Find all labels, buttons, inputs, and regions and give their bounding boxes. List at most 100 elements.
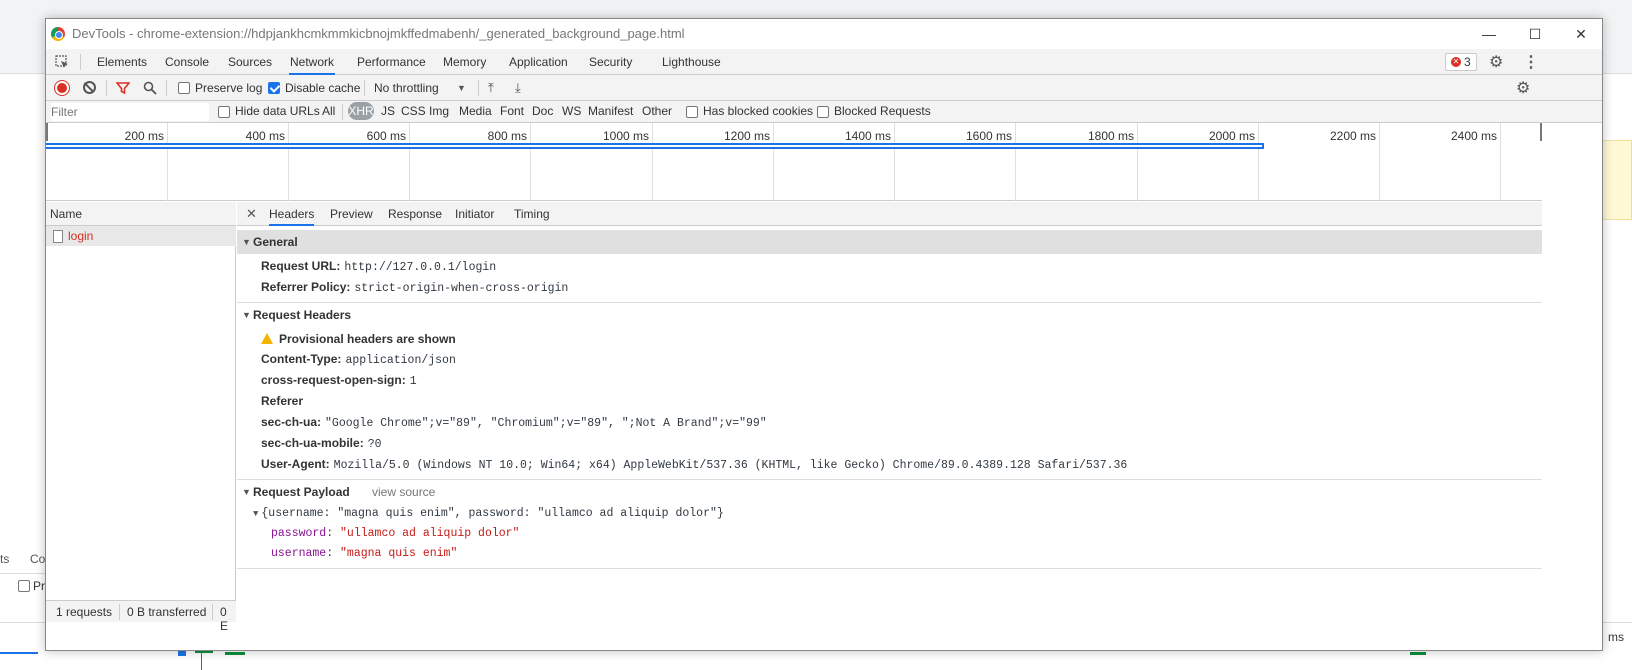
header-value: http://127.0.0.1/login [344,261,497,274]
provisional-warning: Provisional headers are shown [261,332,456,346]
tab-timing[interactable]: Timing [514,202,550,226]
grid-line [894,123,895,201]
tab-headers[interactable]: Headers [269,202,315,226]
preserve-log-checkbox[interactable] [178,82,190,94]
tick-label: 1800 ms [1087,129,1134,143]
header-key: sec-ch-ua: [261,415,322,429]
export-har-icon[interactable]: ⤓ [515,80,521,96]
status-separator [119,604,120,620]
minimize-button[interactable]: — [1466,19,1512,49]
grid-line [1015,123,1016,201]
tab-preview[interactable]: Preview [330,202,373,226]
property-value: "ullamco ad aliquip dolor" [340,527,520,540]
view-source-link[interactable]: view source [372,480,435,504]
more-options-icon[interactable]: ⋮ [1523,52,1539,72]
tick-label: 600 ms [366,129,406,143]
filter-icon[interactable] [116,81,130,95]
header-key: cross-request-open-sign: [261,373,406,387]
type-filter-font[interactable]: Font [500,104,524,118]
tick-label: 1600 ms [965,129,1012,143]
request-row[interactable]: login [46,226,236,246]
tick-label: 1400 ms [844,129,891,143]
tab-console[interactable]: Console [164,49,210,75]
close-icon[interactable]: ✕ [246,206,257,222]
payload-object: {username: "magna quis enim", password: … [261,507,724,520]
background-ms-label: ms [1608,630,1624,644]
background-tab[interactable]: ts [0,552,9,566]
chevron-down-icon[interactable]: ▼ [457,83,466,93]
background-tab[interactable]: Co [30,552,45,566]
request-payload-section-header[interactable]: ▼ Request Payload view source [237,480,1542,504]
header-value: ?0 [367,438,382,451]
import-har-icon[interactable]: ⤒ [488,80,494,96]
disable-cache-checkbox[interactable] [268,82,280,94]
grid-line [167,123,168,201]
error-count-badge[interactable]: ✕ 3 [1445,53,1477,71]
request-name: login [68,229,94,243]
close-window-button[interactable]: ✕ [1558,19,1604,49]
triangle-down-icon: ▼ [242,310,251,320]
name-column-header[interactable]: Name [46,202,236,226]
has-blocked-cookies-checkbox[interactable] [686,106,698,118]
tab-lighthouse[interactable]: Lighthouse [661,49,722,75]
background-checkbox[interactable] [18,580,30,592]
clear-button[interactable] [83,81,96,94]
request-headers-section-header[interactable]: ▼ Request Headers [237,303,1542,327]
grid-line [1258,123,1259,201]
general-section-header[interactable]: ▼ General [237,230,1542,254]
devtools-window: DevTools - chrome-extension://hdpjankhcm… [45,18,1603,651]
chrome-logo-icon [51,27,65,41]
network-overview[interactable]: 200 ms 400 ms 600 ms 800 ms 1000 ms 1200… [46,123,1542,201]
record-button[interactable] [55,81,69,95]
tab-elements[interactable]: Elements [96,49,148,75]
tab-performance[interactable]: Performance [356,49,427,75]
header-key: Referer [261,394,304,408]
window-title: DevTools - chrome-extension://hdpjankhcm… [72,26,685,41]
header-key: Request URL: [261,259,341,273]
inspect-element-icon[interactable] [55,55,69,69]
tab-response[interactable]: Response [388,202,442,226]
title-bar[interactable]: DevTools - chrome-extension://hdpjankhcm… [46,19,1602,49]
tick-label: 1000 ms [602,129,649,143]
type-filter-other[interactable]: Other [642,104,672,118]
blocked-requests-label: Blocked Requests [834,104,931,118]
type-filter-manifest[interactable]: Manifest [588,104,633,118]
tab-sources[interactable]: Sources [227,49,273,75]
type-filter-img[interactable]: Img [429,104,449,118]
toolbar-separator [478,80,479,96]
background-timeline-marker [201,650,202,670]
request-list: Name login [46,202,236,620]
search-icon[interactable] [143,81,157,95]
section-title: Request Headers [253,308,352,322]
maximize-button[interactable]: ☐ [1512,19,1558,49]
background-timeline-bar [0,652,38,654]
filter-input[interactable] [51,103,209,121]
type-filter-doc[interactable]: Doc [532,104,553,118]
payload-summary[interactable]: ▼ {username: "magna quis enim", password:… [253,507,724,520]
filter-bar: Hide data URLs All XHR JS CSS Img Media … [46,101,1602,123]
tab-security[interactable]: Security [588,49,633,75]
overview-right-handle[interactable] [1540,123,1542,141]
property-key: username [271,547,327,560]
overview-left-handle[interactable] [46,123,48,141]
throttling-select[interactable]: No throttling [374,81,439,95]
hide-data-urls-checkbox[interactable] [218,106,230,118]
tab-network[interactable]: Network [289,49,336,75]
grid-line [409,123,410,201]
type-filter-js[interactable]: JS [381,104,395,118]
type-filter-ws[interactable]: WS [562,104,581,118]
blocked-requests-checkbox[interactable] [817,106,829,118]
property-value: "magna quis enim" [340,547,458,560]
network-settings-gear-icon[interactable]: ⚙ [1516,78,1530,98]
type-filter-css[interactable]: CSS [401,104,426,118]
type-filter-media[interactable]: Media [459,104,492,118]
tick-label: 800 ms [487,129,527,143]
type-filter-all[interactable]: All [322,104,335,118]
tab-memory[interactable]: Memory [442,49,487,75]
type-filter-xhr[interactable]: XHR [348,102,374,120]
settings-gear-icon[interactable]: ⚙ [1489,52,1503,72]
toolbar-separator [166,80,167,96]
tab-initiator[interactable]: Initiator [455,202,494,226]
header-row: sec-ch-ua-mobile: ?0 [261,436,382,451]
tab-application[interactable]: Application [508,49,569,75]
